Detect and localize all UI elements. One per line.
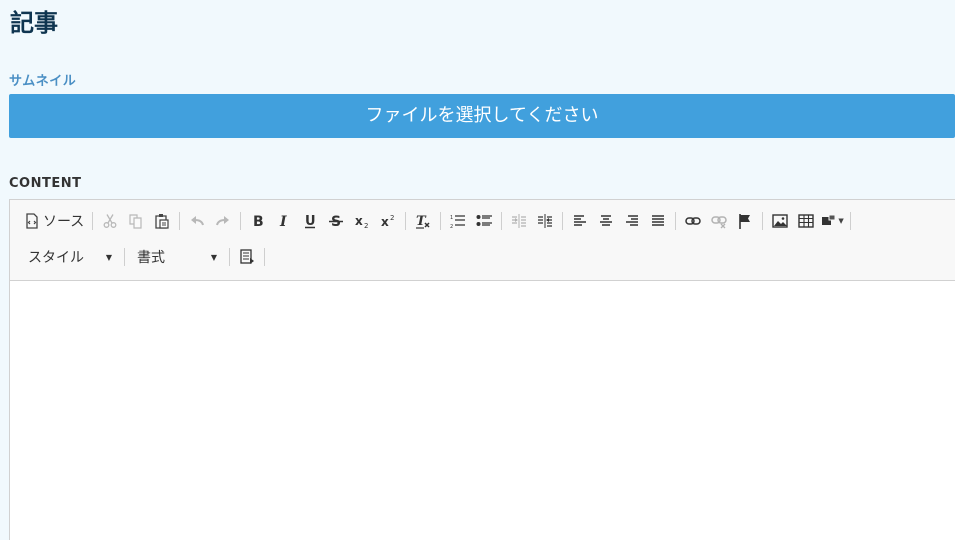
unlink-button[interactable]: [706, 208, 732, 234]
copy-button[interactable]: [123, 208, 149, 234]
numbered-list-icon: 12: [450, 213, 466, 229]
toolbar-separator: [92, 212, 94, 230]
remove-format-button[interactable]: T: [410, 208, 436, 234]
toolbar-separator: [562, 212, 564, 230]
bulleted-list-icon: [476, 213, 493, 229]
outdent-icon: [511, 213, 527, 229]
undo-icon: [189, 213, 205, 229]
undo-button[interactable]: [184, 208, 210, 234]
style-combo-label: スタイル: [28, 250, 84, 266]
svg-text:2: 2: [390, 214, 394, 222]
align-right-button[interactable]: [619, 208, 645, 234]
thumbnail-label: サムネイル: [9, 74, 77, 89]
content-label: CONTENT: [9, 176, 82, 191]
embed-dropdown-button[interactable]: ▼: [819, 208, 845, 234]
toolbar-separator: [849, 212, 851, 230]
format-combo[interactable]: 書式 ▼: [129, 244, 225, 270]
redo-icon: [215, 213, 231, 229]
align-left-icon: [572, 213, 588, 229]
toolbar-separator: [440, 212, 442, 230]
page-title: 記事: [10, 9, 58, 37]
maximize-icon: [239, 249, 255, 265]
chevron-down-icon: ▼: [210, 252, 217, 262]
source-label: ソース: [43, 214, 85, 230]
justify-icon: [650, 213, 666, 229]
image-button[interactable]: [767, 208, 793, 234]
bold-button[interactable]: B: [245, 208, 271, 234]
table-icon: [798, 213, 815, 229]
rich-text-editor: ソース B I U S x 2 x 2 T 1 2 ▼ スタイル ▼ 書式 ▼: [9, 199, 955, 540]
justify-button[interactable]: [645, 208, 671, 234]
toolbar-row-2: スタイル ▼ 書式 ▼: [20, 241, 269, 273]
cut-icon: [102, 213, 118, 229]
align-center-icon: [598, 213, 614, 229]
image-icon: [772, 213, 789, 229]
source-icon: [24, 213, 40, 229]
underline-button[interactable]: U: [297, 208, 323, 234]
align-center-button[interactable]: [593, 208, 619, 234]
svg-text:1: 1: [450, 215, 453, 221]
align-right-icon: [624, 213, 640, 229]
strikethrough-icon: S: [328, 213, 344, 229]
align-left-button[interactable]: [567, 208, 593, 234]
subscript-button[interactable]: x2: [349, 208, 375, 234]
table-button[interactable]: [793, 208, 819, 234]
link-icon: [685, 213, 702, 229]
toolbar-separator: [240, 212, 242, 230]
underline-icon: U: [302, 213, 318, 229]
unlink-icon: [711, 213, 728, 229]
paste-button[interactable]: [149, 208, 175, 234]
embed-icon: [821, 213, 837, 229]
maximize-button[interactable]: [234, 244, 260, 270]
toolbar-separator: [405, 212, 407, 230]
indent-button[interactable]: [532, 208, 558, 234]
file-select-button[interactable]: ファイルを選択してください: [9, 94, 955, 138]
svg-text:x: x: [355, 214, 363, 228]
cut-button[interactable]: [97, 208, 123, 234]
bold-icon: B: [250, 213, 266, 229]
toolbar-separator: [675, 212, 677, 230]
strike-button[interactable]: S: [323, 208, 349, 234]
indent-icon: [537, 213, 553, 229]
toolbar-separator: [229, 248, 230, 266]
toolbar-separator: [124, 248, 125, 266]
svg-text:B: B: [253, 214, 264, 229]
italic-button[interactable]: I: [271, 208, 297, 234]
numbered-list-button[interactable]: 12: [445, 208, 471, 234]
toolbar-separator: [501, 212, 503, 230]
style-combo[interactable]: スタイル ▼: [20, 244, 120, 270]
redo-button[interactable]: [210, 208, 236, 234]
copy-icon: [128, 213, 144, 229]
toolbar-separator: [179, 212, 181, 230]
svg-text:2: 2: [450, 224, 453, 229]
source-button[interactable]: ソース: [20, 208, 88, 234]
subscript-icon: x2: [354, 213, 370, 229]
toolbar-separator: [762, 212, 764, 230]
toolbar-row-1: ソース B I U S x 2 x 2 T 1 2 ▼: [20, 205, 855, 237]
toolbar-separator: [264, 248, 265, 266]
flag-icon: [737, 213, 753, 229]
superscript-button[interactable]: x2: [375, 208, 401, 234]
superscript-icon: x2: [380, 213, 396, 229]
paste-icon: [154, 213, 170, 229]
svg-text:x: x: [381, 215, 389, 229]
link-button[interactable]: [680, 208, 706, 234]
outdent-button[interactable]: [506, 208, 532, 234]
editor-content-area[interactable]: [10, 281, 955, 540]
chevron-down-icon: ▼: [838, 217, 844, 225]
italic-icon: I: [276, 213, 292, 229]
chevron-down-icon: ▼: [105, 252, 112, 262]
format-combo-label: 書式: [137, 250, 165, 266]
anchor-button[interactable]: [732, 208, 758, 234]
remove-format-icon: T: [415, 213, 431, 229]
bulleted-list-button[interactable]: [471, 208, 497, 234]
svg-text:2: 2: [364, 222, 368, 229]
editor-toolbar: ソース B I U S x 2 x 2 T 1 2 ▼ スタイル ▼ 書式 ▼: [10, 200, 955, 281]
svg-text:I: I: [279, 214, 287, 229]
